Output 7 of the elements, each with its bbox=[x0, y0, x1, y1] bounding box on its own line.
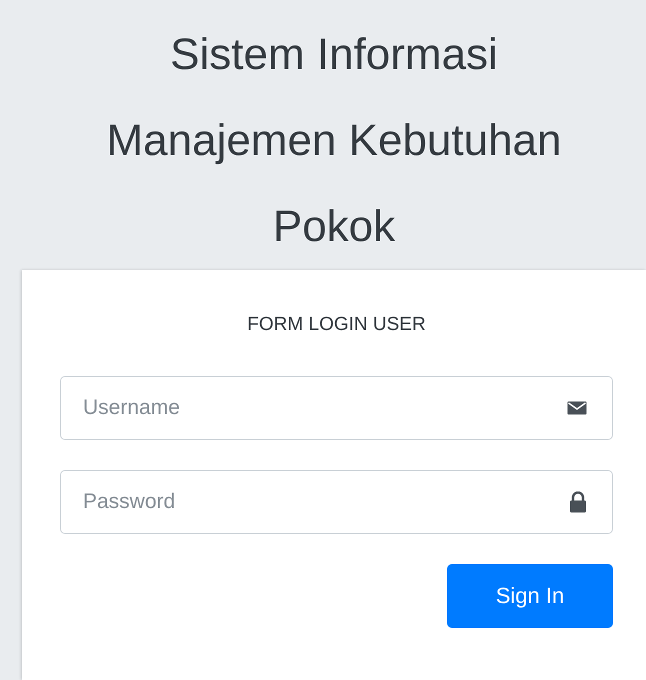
envelope-icon bbox=[567, 401, 587, 415]
input-field[interactable]: Username bbox=[60, 376, 613, 440]
sign-in-button[interactable]: Sign In bbox=[447, 564, 613, 628]
input-field[interactable]: Password bbox=[60, 470, 613, 534]
form-heading: FORM LOGIN USER bbox=[246, 314, 427, 336]
app-title: Sistem Informasi Manajemen Kebutuhan Pokok bbox=[106, 29, 562, 253]
lock-icon bbox=[569, 492, 587, 512]
